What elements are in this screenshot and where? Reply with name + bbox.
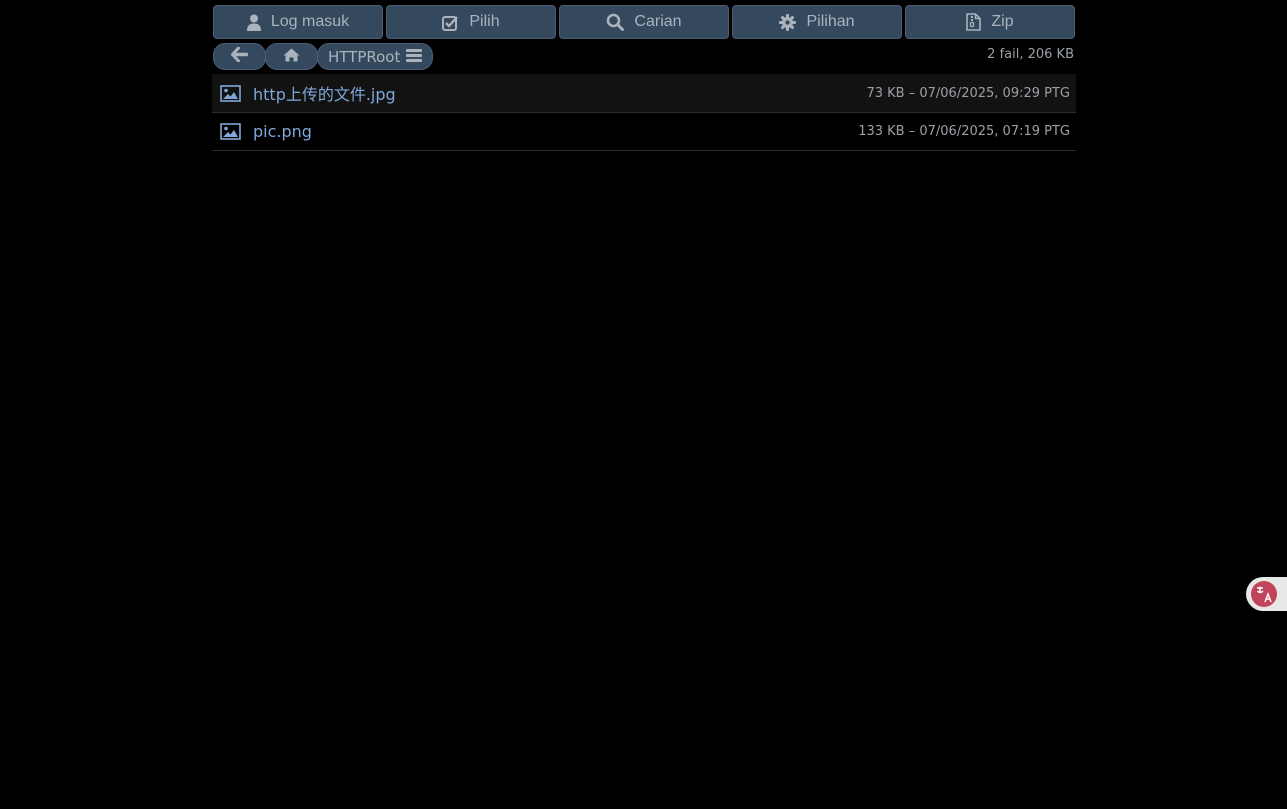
file-list: http上传的文件.jpg 73 KB – 07/06/2025, 09:29 …	[212, 74, 1076, 151]
arrow-left-icon	[231, 46, 249, 66]
translate-extension-button[interactable]	[1246, 577, 1287, 611]
home-icon	[283, 47, 300, 66]
file-meta: 133 KB – 07/06/2025, 07:19 PTG	[858, 124, 1070, 139]
options-label: Pilihan	[806, 13, 855, 30]
file-meta: 73 KB – 07/06/2025, 09:29 PTG	[866, 85, 1070, 101]
search-label: Carian	[634, 13, 682, 30]
root-folder-button[interactable]: HTTPRoot	[317, 43, 433, 70]
search-button[interactable]: Carian	[559, 5, 729, 39]
image-file-icon	[220, 123, 253, 140]
login-label: Log masuk	[270, 13, 350, 30]
user-icon	[246, 14, 261, 31]
image-file-icon	[220, 84, 253, 102]
select-button[interactable]: Pilih	[386, 5, 556, 39]
hamburger-menu-icon	[406, 48, 423, 66]
search-icon	[606, 13, 625, 31]
top-toolbar: Log masuk Pilih Carian Pilihan Zip	[213, 5, 1075, 39]
select-label: Pilih	[469, 13, 500, 30]
breadcrumb: HTTPRoot	[213, 43, 433, 70]
zip-label: Zip	[991, 13, 1014, 30]
file-row[interactable]: http上传的文件.jpg 73 KB – 07/06/2025, 09:29 …	[212, 74, 1076, 113]
home-button[interactable]	[265, 43, 318, 70]
gear-icon	[779, 13, 797, 31]
check-square-icon	[442, 14, 459, 31]
file-row[interactable]: pic.png 133 KB – 07/06/2025, 07:19 PTG	[212, 113, 1076, 151]
back-button[interactable]	[213, 43, 266, 70]
file-name[interactable]: http上传的文件.jpg	[253, 81, 866, 105]
zip-button[interactable]: Zip	[905, 5, 1075, 39]
root-label: HTTPRoot	[328, 47, 401, 66]
folder-summary: 2 fail, 206 KB	[987, 47, 1074, 62]
file-name[interactable]: pic.png	[253, 122, 858, 141]
options-button[interactable]: Pilihan	[732, 5, 902, 39]
zip-file-icon	[966, 13, 982, 31]
translate-icon	[1251, 581, 1277, 607]
login-button[interactable]: Log masuk	[213, 5, 383, 39]
